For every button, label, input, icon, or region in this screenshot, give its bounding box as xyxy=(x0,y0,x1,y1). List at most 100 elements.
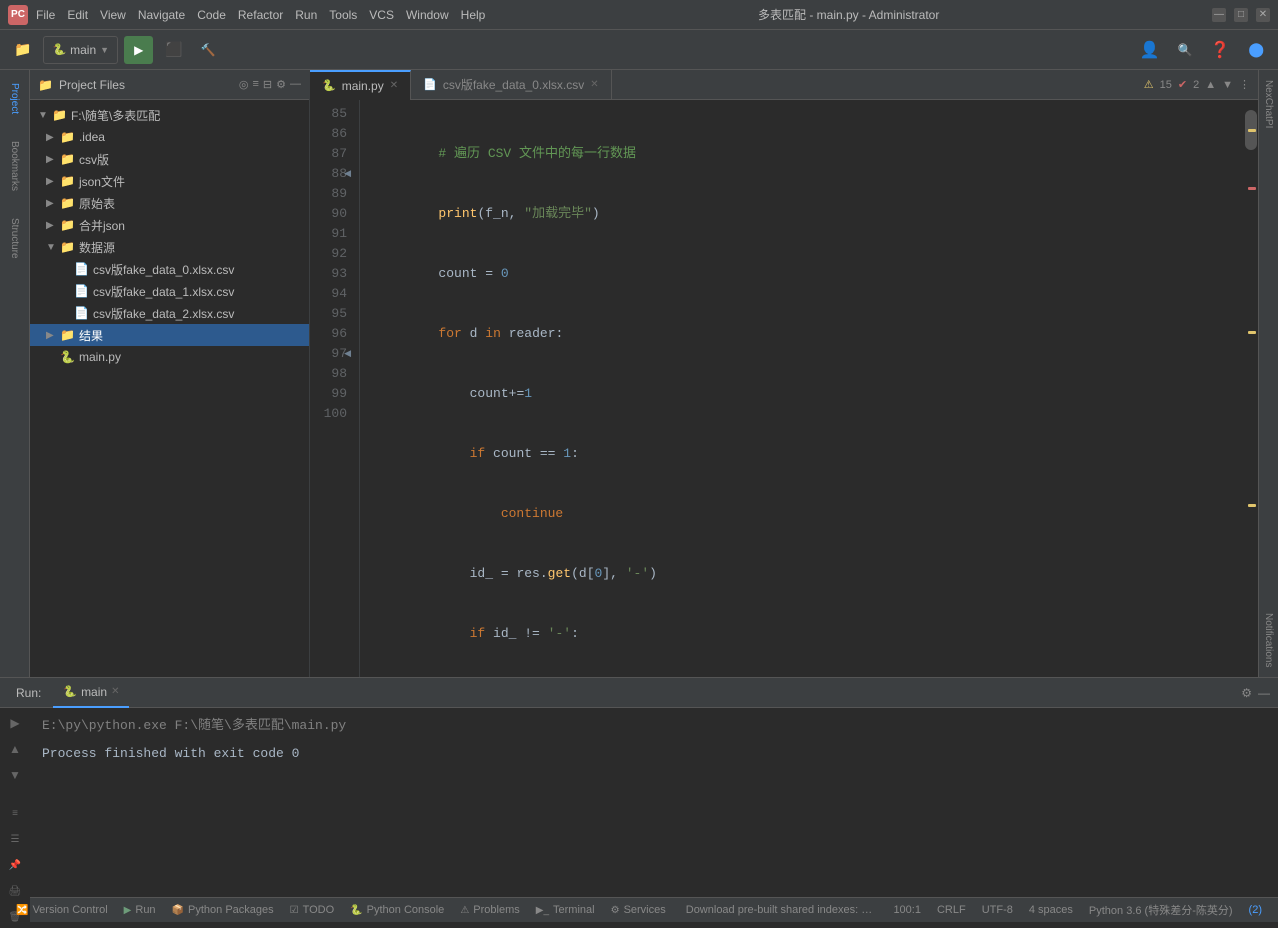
tree-datasource-icon: 📁 xyxy=(60,240,75,254)
project-settings-icon[interactable]: ⚙ xyxy=(276,78,286,91)
sidebar-structure-button[interactable]: Structure xyxy=(2,208,28,268)
scrollbar-right[interactable] xyxy=(1244,100,1258,677)
menu-navigate[interactable]: Navigate xyxy=(138,8,185,22)
tab-csvfake[interactable]: 📄 csv版fake_data_0.xlsx.csv ✕ xyxy=(411,70,612,100)
nav-up-icon[interactable]: ▲ xyxy=(1205,79,1216,91)
code-line-92: id_ = res.get(d[0], '-') xyxy=(376,564,1228,584)
statusbar-message: Download pre-built shared indexes: Reduc… xyxy=(674,904,886,916)
tree-merge-folder[interactable]: ▶ 📁 合并json xyxy=(30,214,309,236)
tree-json-folder[interactable]: ▶ 📁 json文件 xyxy=(30,170,309,192)
statusbar-line-ending[interactable]: CRLF xyxy=(929,898,974,923)
search-everywhere-button[interactable]: 🔍 xyxy=(1171,36,1198,64)
term-play-icon[interactable]: ▶ xyxy=(4,712,26,734)
menu-view[interactable]: View xyxy=(100,8,126,22)
tree-result-folder[interactable]: ▶ 📁 结果 xyxy=(30,324,309,346)
menu-vcs[interactable]: VCS xyxy=(369,8,394,22)
statusbar-services[interactable]: ⚙ Services xyxy=(603,898,674,923)
stop-button[interactable]: ⬛ xyxy=(159,36,188,64)
statusbar-terminal[interactable]: ▶_ Terminal xyxy=(528,898,603,923)
run-tab[interactable]: 🐍 main ✕ xyxy=(53,678,129,708)
bottom-icons: ⚙ — xyxy=(1241,686,1270,700)
term-wrap-icon[interactable]: ≡ xyxy=(4,802,26,824)
project-locate-icon[interactable]: ◎ xyxy=(239,78,249,91)
tree-result-arrow: ▶ xyxy=(46,330,56,341)
bottom-panel-tabs: Run: 🐍 main ✕ ⚙ — xyxy=(0,678,1278,708)
code-content[interactable]: # 遍历 CSV 文件中的每一行数据 print(f_n, "加载完毕") co… xyxy=(360,100,1244,677)
help-button[interactable]: ❓ xyxy=(1204,36,1236,64)
run-tab-close[interactable]: ✕ xyxy=(111,686,119,697)
tree-idea-folder[interactable]: ▶ 📁 .idea xyxy=(30,126,309,148)
tab-mainpy[interactable]: 🐍 main.py ✕ xyxy=(310,70,411,100)
statusbar-todo[interactable]: ☑ TODO xyxy=(282,898,343,923)
tree-csv1-file[interactable]: 📄 csv版fake_data_1.xlsx.csv xyxy=(30,280,309,302)
more-options-icon[interactable]: ⋮ xyxy=(1239,78,1250,91)
editor-area: 🐍 main.py ✕ 📄 csv版fake_data_0.xlsx.csv ✕… xyxy=(310,70,1258,677)
python-console-icon: 🐍 xyxy=(350,905,362,916)
tree-csv2-file[interactable]: 📄 csv版fake_data_2.xlsx.csv xyxy=(30,302,309,324)
nexchatpi-sidebar-label[interactable]: NexChatPI xyxy=(1261,74,1276,134)
error-count: 2 xyxy=(1193,79,1199,91)
menu-help[interactable]: Help xyxy=(461,8,486,22)
statusbar-python-version[interactable]: Python 3.6 (特殊差分-陈英分) xyxy=(1081,898,1241,923)
project-minimize-icon[interactable]: — xyxy=(290,78,301,91)
build-button[interactable]: 🔨 xyxy=(195,36,222,64)
tree-root[interactable]: ▼ 📁 F:\随笔\多表匹配 xyxy=(30,104,309,126)
run-button[interactable]: ▶ xyxy=(124,36,153,64)
menu-run[interactable]: Run xyxy=(295,8,317,22)
project-panel-header: 📁 Project Files ◎ ≡ ⊟ ⚙ — xyxy=(30,70,309,100)
menu-edit[interactable]: Edit xyxy=(67,8,88,22)
close-button[interactable]: ✕ xyxy=(1256,8,1270,22)
account-button[interactable]: 👤 xyxy=(1134,36,1166,64)
tab-csvfake-close[interactable]: ✕ xyxy=(590,79,598,90)
menu-code[interactable]: Code xyxy=(197,8,226,22)
project-collapse-icon[interactable]: ⊟ xyxy=(263,78,272,91)
tab-mainpy-close[interactable]: ✕ xyxy=(390,80,398,91)
tree-json-icon: 📁 xyxy=(60,174,75,188)
tree-json-label: json文件 xyxy=(79,173,125,190)
tree-csv-icon: 📁 xyxy=(60,152,75,166)
tree-csv-folder[interactable]: ▶ 📁 csv版 xyxy=(30,148,309,170)
tree-csv1-label: csv版fake_data_1.xlsx.csv xyxy=(93,283,234,300)
tree-datasource-folder[interactable]: ▼ 📁 数据源 xyxy=(30,236,309,258)
run-tab-label: main xyxy=(81,685,107,699)
menu-tools[interactable]: Tools xyxy=(329,8,357,22)
sidebar-bookmarks-button[interactable]: Bookmarks xyxy=(2,136,28,196)
statusbar-python-console[interactable]: 🐍 Python Console xyxy=(342,898,452,923)
menu-file[interactable]: File xyxy=(36,8,55,22)
notifications-sidebar-label[interactable]: Notifications xyxy=(1261,607,1276,673)
tree-original-folder[interactable]: ▶ 📁 原始表 xyxy=(30,192,309,214)
tree-csv0-file[interactable]: 📄 csv版fake_data_0.xlsx.csv xyxy=(30,258,309,280)
sidebar-right: NexChatPI Notifications xyxy=(1258,70,1278,677)
statusbar-python-packages[interactable]: 📦 Python Packages xyxy=(164,898,282,923)
term-pin-icon[interactable]: 📌 xyxy=(4,854,26,876)
tab-csvfake-label: csv版fake_data_0.xlsx.csv xyxy=(443,76,584,93)
term-down-icon[interactable]: ▼ xyxy=(4,764,26,786)
tree-csv2-icon: 📄 xyxy=(74,306,89,320)
statusbar-problems[interactable]: ⚠ Problems xyxy=(452,898,527,923)
maximize-button[interactable]: □ xyxy=(1234,8,1248,22)
minimize-button[interactable]: — xyxy=(1212,8,1226,22)
statusbar-position[interactable]: 100:1 xyxy=(885,898,929,923)
statusbar: 🔀 Version Control ▶ Run 📦 Python Package… xyxy=(0,897,1278,922)
statusbar-run[interactable]: ▶ Run xyxy=(116,898,164,923)
project-tree: ▼ 📁 F:\随笔\多表匹配 ▶ 📁 .idea ▶ 📁 csv版 ▶ 📁 js… xyxy=(30,100,309,677)
nav-down-icon[interactable]: ▼ xyxy=(1222,79,1233,91)
tree-mainpy-file[interactable]: 🐍 main.py xyxy=(30,346,309,368)
menu-refactor[interactable]: Refactor xyxy=(238,8,283,22)
gear-icon[interactable]: ⚙ xyxy=(1241,686,1252,700)
statusbar-encoding[interactable]: UTF-8 xyxy=(974,898,1021,923)
minimize-panel-icon[interactable]: — xyxy=(1258,686,1270,700)
services-icon: ⚙ xyxy=(611,905,620,916)
menu-window[interactable]: Window xyxy=(406,8,449,22)
code-editor[interactable]: 85 86 87 88 ◀ 89 90 91 92 93 94 95 96 97… xyxy=(310,100,1258,677)
nexchatpi-button[interactable]: ⬤ xyxy=(1242,36,1270,64)
statusbar-notification[interactable]: (2) xyxy=(1241,898,1270,923)
error-icon: ✔ xyxy=(1178,78,1187,91)
run-config-selector[interactable]: 🐍 main ▼ xyxy=(43,36,118,64)
term-list-icon[interactable]: ☰ xyxy=(4,828,26,850)
project-expand-icon[interactable]: ≡ xyxy=(252,78,258,91)
statusbar-indent[interactable]: 4 spaces xyxy=(1021,898,1081,923)
sidebar-project-button[interactable]: Project xyxy=(2,74,28,124)
statusbar-vcs[interactable]: 🔀 Version Control xyxy=(8,898,116,923)
term-up-icon[interactable]: ▲ xyxy=(4,738,26,760)
